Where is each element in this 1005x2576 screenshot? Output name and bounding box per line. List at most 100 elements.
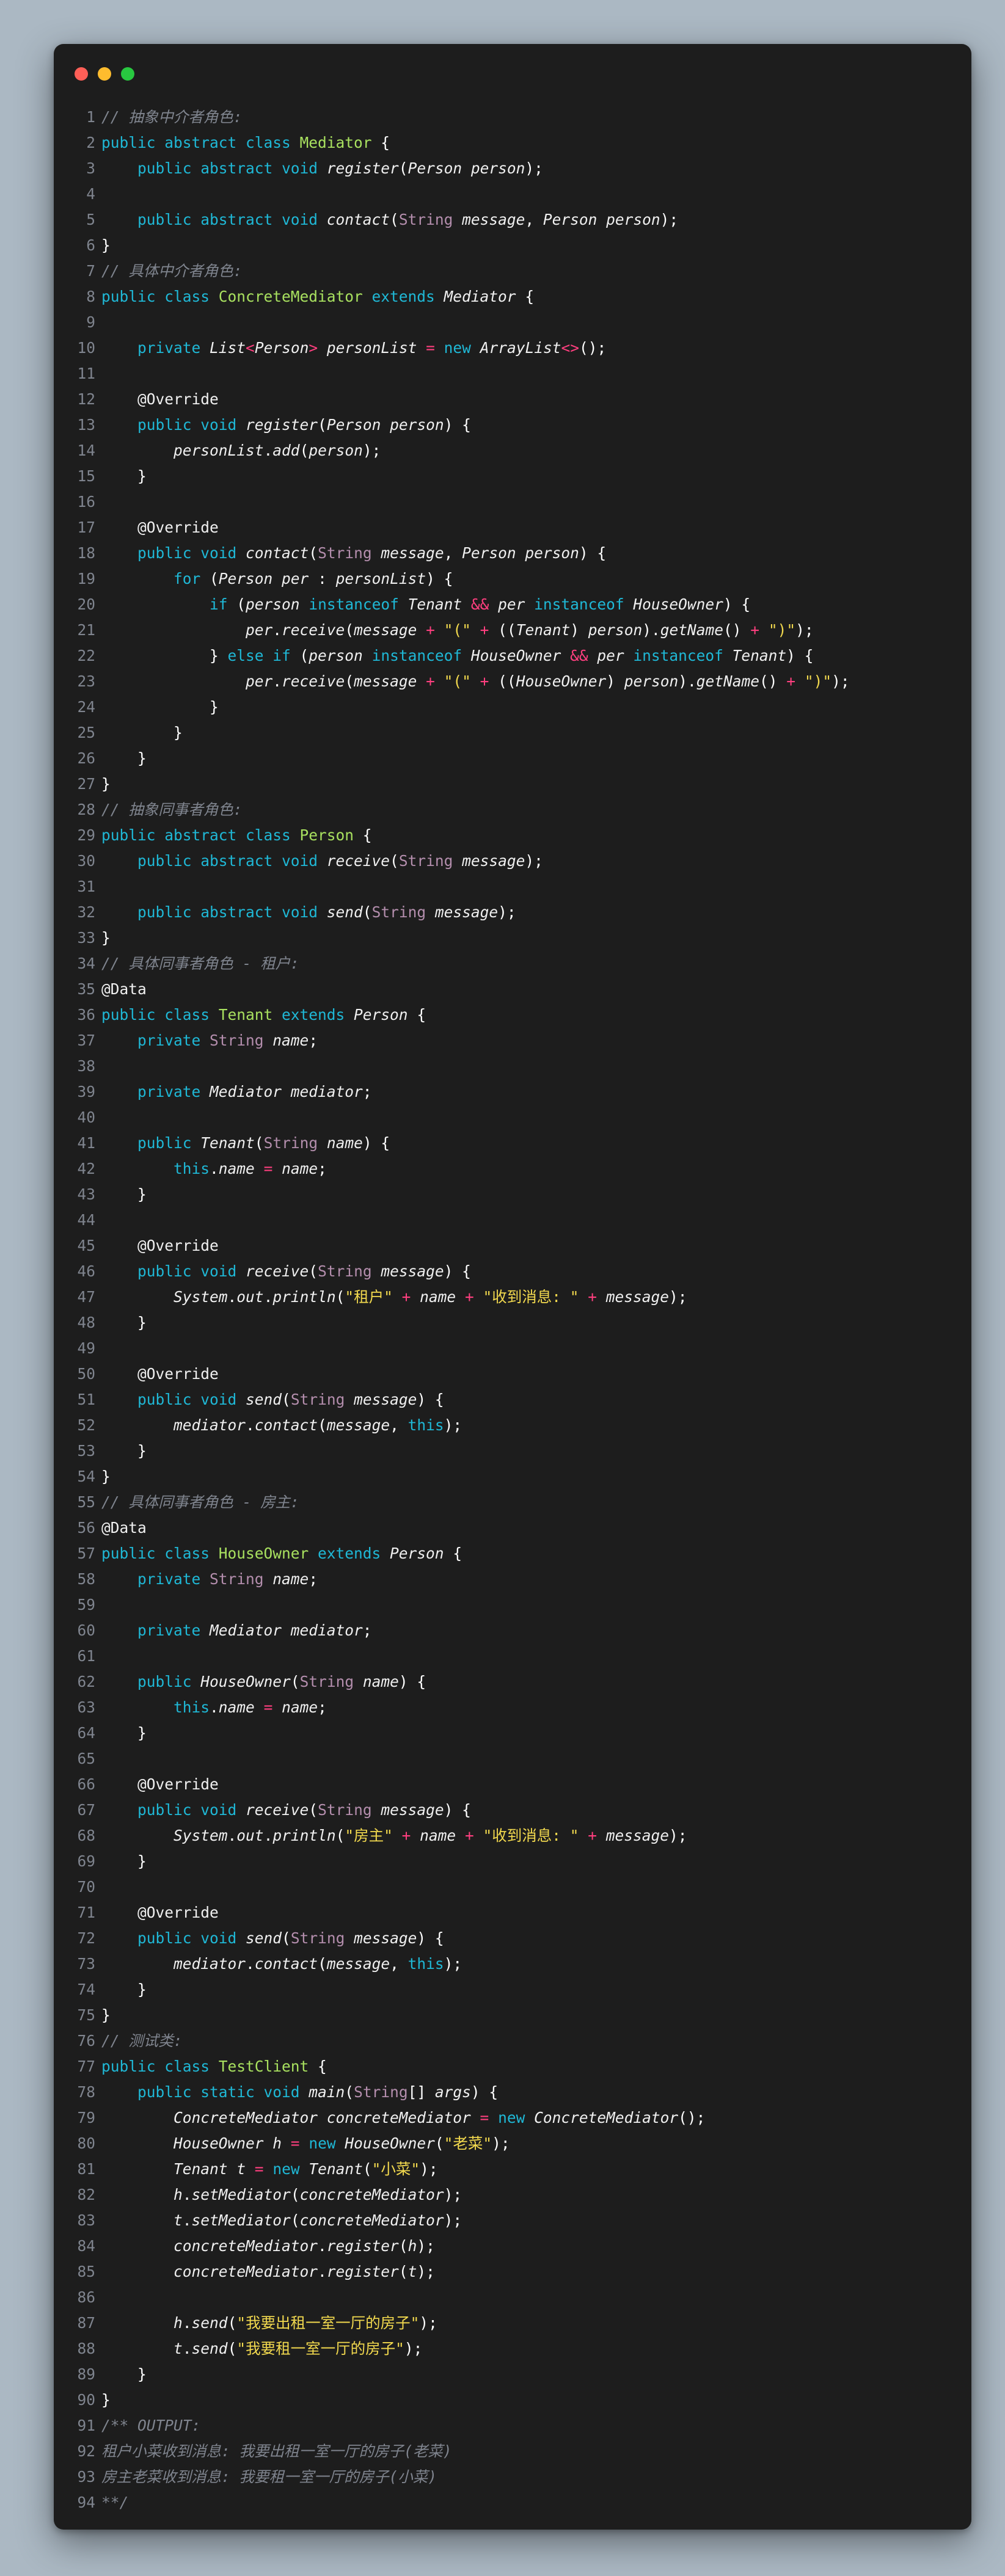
code-token: // 抽象同事者角色: [101,801,243,818]
code-token: , [525,211,543,228]
code-token: concreteMediator [299,2211,444,2229]
code-token: + [480,672,489,690]
code-token: @Data [101,980,147,998]
code-token: } [101,775,111,793]
code-token: = [426,339,435,357]
code-token: } [101,2391,111,2409]
code-token: + [464,1827,474,1844]
line-number: 52 [77,1416,95,1434]
code-token: ( [282,1929,291,1947]
code-token: personList [174,442,264,459]
line-number: 29 [77,826,95,844]
code-text: per.receive(message + "(" + ((HouseOwner… [101,669,850,694]
code-line: 92 租户小菜收到消息: 我要出租一室一厅的房子(老菜) [54,2439,971,2464]
code-text: // 具体同事者角色 - 房主: [101,1490,299,1515]
line-number: 71 [77,1904,95,1921]
code-line: 7 // 具体中介者角色: [54,258,971,284]
code-token: name [218,1160,264,1177]
code-text: // 具体同事者角色 - 租户: [101,951,299,977]
code-line: 41 public Tenant(String name) { [54,1130,971,1156]
code-token: t [407,2263,417,2280]
code-line: 26 } [54,746,971,771]
code-token: HouseOwner [345,2134,435,2152]
code-token: register [326,159,399,177]
code-token: setMediator [191,2211,291,2229]
code-token: message [326,1416,390,1434]
line-number: 50 [77,1365,95,1383]
code-token: public [137,1673,201,1690]
code-block[interactable]: 1 // 抽象中介者角色: 2 public abstract class Media… [54,104,971,2516]
line-number: 18 [77,544,95,562]
minimize-button[interactable] [98,67,111,81]
code-token: ( [335,1288,345,1306]
code-text: per.receive(message + "(" + ((Tenant) pe… [101,617,814,643]
code-text: } else if (person instanceof HouseOwner … [101,643,813,669]
code-token: register [246,416,318,434]
line-number: 57 [77,1545,95,1562]
line-number: 26 [77,749,95,767]
code-token: . [182,2211,192,2229]
line-number: 24 [77,698,95,716]
code-token: @Data [101,1519,147,1537]
code-text: public void send(String message) { [101,1387,444,1413]
code-token: instanceof [309,595,408,613]
code-token: name [362,1673,399,1690]
code-token: ConcreteMediator [218,288,372,305]
line-number: 31 [77,878,95,895]
code-token: message [354,672,426,690]
line-number: 89 [77,2365,95,2383]
code-line: 19 for (Person per : personList) { [54,566,971,592]
code-line: 84 concreteMediator.register(h); [54,2233,971,2259]
code-token: . [318,2237,327,2255]
code-token: ( [390,852,399,870]
close-button[interactable] [75,67,88,81]
code-line: 43 } [54,1182,971,1207]
code-token: . [210,1698,219,1716]
code-line: 22 } else if (person instanceof HouseOwn… [54,643,971,669]
code-token: HouseOwner [200,1673,291,1690]
code-token: personList [326,339,417,357]
code-token: (); [579,339,607,357]
code-token: + [401,1827,411,1844]
code-token: && [470,595,489,613]
code-token: ( [335,1827,345,1844]
code-token: t [174,2211,183,2229]
code-text: // 抽象同事者角色: [101,797,243,823]
line-number: 33 [77,929,95,947]
code-line: 39 private Mediator mediator; [54,1079,971,1105]
code-line: 81 Tenant t = new Tenant("小菜"); [54,2156,971,2182]
code-token: message [354,1929,417,1947]
code-token: @Override [137,1775,219,1793]
code-token: private [137,1570,210,1588]
code-line: 85 concreteMediator.register(t); [54,2259,971,2285]
code-token: ); [660,211,679,228]
code-token: mediator [174,1955,246,1973]
code-token: ( [227,2314,237,2332]
code-token: String [290,1391,354,1408]
code-token: instanceof [371,647,471,664]
line-number: 19 [77,570,95,588]
code-line: 32 public abstract void send(String mess… [54,900,971,925]
code-token: name [272,1570,309,1588]
maximize-button[interactable] [121,67,134,81]
code-text: public static void main(String[] args) { [101,2079,498,2105]
code-text: public abstract class Mediator { [101,130,390,156]
code-token: Mediator [299,134,372,151]
line-number: 20 [77,595,95,613]
code-token: "(" [444,672,471,690]
line-number: 45 [77,1237,95,1254]
line-number: 91 [77,2417,95,2434]
code-token: Mediator mediator [210,1083,363,1101]
line-number: 86 [77,2288,95,2306]
code-token: new [498,2109,535,2127]
code-text: h.send("我要出租一室一厅的房子"); [101,2310,437,2336]
code-line: 21 per.receive(message + "(" + ((Tenant)… [54,617,971,643]
